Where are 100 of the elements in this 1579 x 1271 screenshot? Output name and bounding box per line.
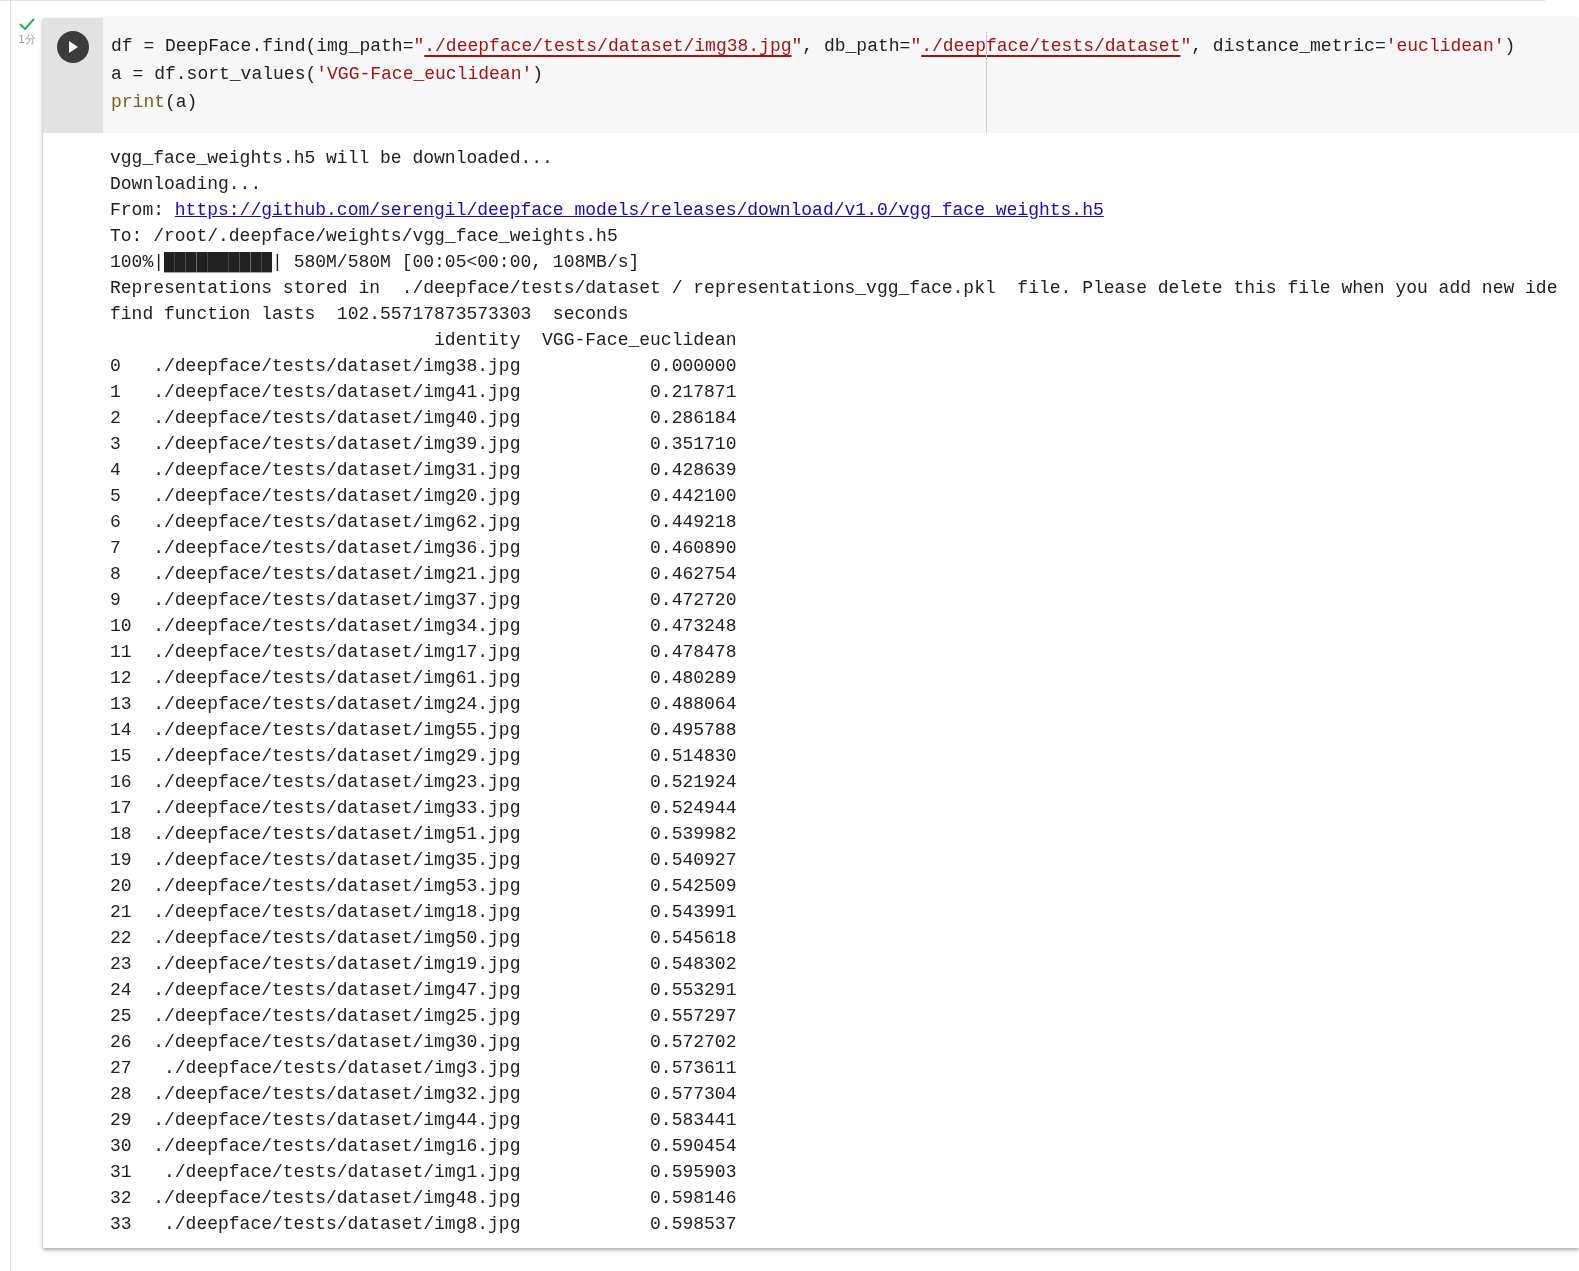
row-index: 13 <box>110 694 132 714</box>
check-icon <box>19 18 35 30</box>
table-cell-text: ./deepface/tests/dataset/img23.jpg <box>153 771 521 794</box>
table-cell-text: ./deepface/tests/dataset/img24.jpg <box>153 693 521 716</box>
table-cell-text: ./deepface/tests/dataset/img21.jpg <box>153 563 521 586</box>
table-cell-text: ./deepface/tests/dataset/img37.jpg <box>153 589 521 612</box>
row-index: 33 <box>110 1214 132 1234</box>
row-index: 6 <box>110 512 121 532</box>
row-index: 31 <box>110 1162 132 1182</box>
table-cell-text: 0.557297 <box>650 1005 737 1028</box>
row-index: 18 <box>110 824 132 844</box>
row-index: 8 <box>110 564 121 584</box>
table-cell-text: ./deepface/tests/dataset/img39.jpg <box>153 433 521 456</box>
table-cell-text: 0.495788 <box>650 719 737 742</box>
row-index: 2 <box>110 408 121 428</box>
table-cell-text: 0.590454 <box>650 1135 737 1158</box>
table-cell-text: ./deepface/tests/dataset/img33.jpg <box>153 797 521 820</box>
row-index: 27 <box>110 1058 132 1078</box>
code-cell[interactable]: df = DeepFace.find(img_path="./deepface/tests/dataset/img38.jpg", db_path="./deepface/tests/dataset", distance_metric='euclidean') a = df.sort_values('VGG-Face_euclidean') print(a) <box>43 18 1579 133</box>
table-cell-text: ./deepface/tests/dataset/img31.jpg <box>153 459 521 482</box>
table-cell-text: 0.598146 <box>650 1187 737 1210</box>
table-cell-text: ./deepface/tests/dataset/img32.jpg <box>153 1083 521 1106</box>
table-cell-text: 0.478478 <box>650 641 737 664</box>
row-index: 17 <box>110 798 132 818</box>
output-line: From: <box>110 199 165 222</box>
table-cell-text: ./deepface/tests/dataset/img34.jpg <box>153 615 521 638</box>
table-cell-text: 0.577304 <box>650 1083 737 1106</box>
table-cell-text: ./deepface/tests/dataset/img41.jpg <box>153 381 521 404</box>
row-index: 16 <box>110 772 132 792</box>
table-cell-text: ./deepface/tests/dataset/img50.jpg <box>153 927 521 950</box>
row-index: 23 <box>110 954 132 974</box>
output-line: vgg_face_weights.h5 will be downloaded... <box>110 147 554 170</box>
table-cell-text: ./deepface/tests/dataset/img30.jpg <box>153 1031 521 1054</box>
table-cell-text: ./deepface/tests/dataset/img48.jpg <box>153 1187 521 1210</box>
table-cell-text: 0.543991 <box>650 901 737 924</box>
table-cell-text: 0.480289 <box>650 667 737 690</box>
table-cell-text: 0.540927 <box>650 849 737 872</box>
table-cell-text: ./deepface/tests/dataset/img55.jpg <box>153 719 521 742</box>
table-cell-text: 0.521924 <box>650 771 737 794</box>
table-cell-text: ./deepface/tests/dataset/img35.jpg <box>153 849 521 872</box>
output-line: find function lasts 102.55717873573303 seconds <box>110 303 630 326</box>
row-index: 0 <box>110 356 121 376</box>
table-cell-text: 0.473248 <box>650 615 737 638</box>
table-cell-text: 0.428639 <box>650 459 737 482</box>
table-cell-text: ./deepface/tests/dataset/img20.jpg <box>153 485 521 508</box>
table-cell-text: ./deepface/tests/dataset/img17.jpg <box>153 641 521 664</box>
row-index: 14 <box>110 720 132 740</box>
table-cell-text: 0.553291 <box>650 979 737 1002</box>
table-cell-text: 0.462754 <box>650 563 737 586</box>
table-cell-text: ./deepface/tests/dataset/img53.jpg <box>153 875 521 898</box>
row-index: 25 <box>110 1006 132 1026</box>
table-cell-text: 0.351710 <box>650 433 737 456</box>
table-cell-text: ./deepface/tests/dataset/img61.jpg <box>153 667 521 690</box>
row-index: 1 <box>110 382 121 402</box>
table-cell-text: 0.460890 <box>650 537 737 560</box>
row-index: 28 <box>110 1084 132 1104</box>
row-index: 19 <box>110 850 132 870</box>
row-index: 20 <box>110 876 132 896</box>
code-line: df = DeepFace.find(img_path="./deepface/tests/dataset/img38.jpg", db_path="./deepface/tests/dataset", distance_metric='euclidean') <box>111 35 1516 58</box>
run-button[interactable] <box>57 31 89 63</box>
row-index: 32 <box>110 1188 132 1208</box>
table-cell-text: 0.595903 <box>650 1161 737 1184</box>
table-cell-text: ./deepface/tests/dataset/img38.jpg <box>153 355 521 378</box>
row-index: 29 <box>110 1110 132 1130</box>
row-index: 9 <box>110 590 121 610</box>
row-index: 21 <box>110 902 132 922</box>
row-index: 24 <box>110 980 132 1000</box>
table-cell-text: 0.000000 <box>650 355 737 378</box>
table-cell-text: ./deepface/tests/dataset/img8.jpg <box>164 1213 521 1236</box>
table-cell-text: 0.514830 <box>650 745 737 768</box>
table-cell-text: ./deepface/tests/dataset/img29.jpg <box>153 745 521 768</box>
table-cell-text: ./deepface/tests/dataset/img47.jpg <box>153 979 521 1002</box>
column-header: VGG-Face_euclidean <box>542 329 737 352</box>
url-link[interactable]: https://github.com/serengil/deepface_models/releases/download/v1.0/vgg_face_weights.h5 <box>174 197 1104 223</box>
output-line: To: /root/.deepface/weights/vgg_face_weights.h5 <box>110 225 619 248</box>
code-line: a = df.sort_values('VGG-Face_euclidean') <box>111 63 545 86</box>
table-cell-text: 0.598537 <box>650 1213 737 1236</box>
table-cell-text: 0.286184 <box>650 407 737 430</box>
table-cell-text: 0.442100 <box>650 485 737 508</box>
table-cell-text: 0.542509 <box>650 875 737 898</box>
table-cell-text: ./deepface/tests/dataset/img40.jpg <box>153 407 521 430</box>
table-cell-text: 0.217871 <box>650 381 737 404</box>
row-index: 5 <box>110 486 121 506</box>
table-cell-text: ./deepface/tests/dataset/img36.jpg <box>153 537 521 560</box>
table-cell-text: 0.472720 <box>650 589 737 612</box>
table-cell-text: ./deepface/tests/dataset/img3.jpg <box>164 1057 521 1080</box>
table-cell-text: ./deepface/tests/dataset/img51.jpg <box>153 823 521 846</box>
table-cell-text: 0.583441 <box>650 1109 737 1132</box>
code-line: print(a) <box>111 91 199 114</box>
table-cell-text: ./deepface/tests/dataset/img19.jpg <box>153 953 521 976</box>
run-time-label: 1分 <box>18 32 36 48</box>
table-cell-text: 0.548302 <box>650 953 737 976</box>
output-line: Downloading... <box>110 173 263 196</box>
row-index: 4 <box>110 460 121 480</box>
table-cell-text: 0.545618 <box>650 927 737 950</box>
table-cell-text: ./deepface/tests/dataset/img18.jpg <box>153 901 521 924</box>
row-index: 11 <box>110 642 132 662</box>
table-cell-text: ./deepface/tests/dataset/img62.jpg <box>153 511 521 534</box>
table-cell-text: 0.449218 <box>650 511 737 534</box>
table-cell-text: ./deepface/tests/dataset/img44.jpg <box>153 1109 521 1132</box>
